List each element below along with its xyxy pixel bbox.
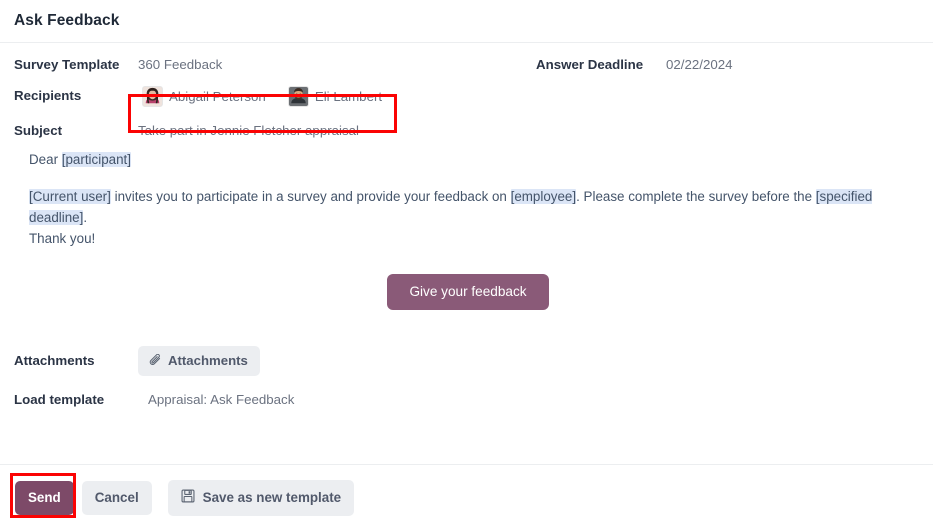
load-template-value[interactable]: Appraisal: Ask Feedback xyxy=(138,392,294,407)
email-text-1: invites you to participate in a survey a… xyxy=(110,189,511,204)
row-attachments: Attachments Attachments xyxy=(14,346,919,376)
row-survey-template: Survey Template 360 Feedback Answer Dead… xyxy=(14,57,919,72)
send-button[interactable]: Send xyxy=(15,480,74,515)
recipients-tag-list[interactable]: Abigail Peterson Eli Lambert xyxy=(138,83,387,110)
dialog-footer: Send Cancel Save as new template xyxy=(0,464,933,530)
recipient-tag[interactable]: Eli Lambert xyxy=(287,86,383,107)
page-title: Ask Feedback xyxy=(14,12,120,29)
answer-deadline-label: Answer Deadline xyxy=(536,57,644,72)
cancel-button[interactable]: Cancel xyxy=(81,480,152,515)
recipients-label: Recipients xyxy=(14,88,82,103)
email-greeting: Dear [participant] xyxy=(29,149,907,170)
recipient-name: Abigail Peterson xyxy=(169,89,266,104)
floppy-disk-icon xyxy=(181,489,195,506)
give-feedback-button[interactable]: Give your feedback xyxy=(387,274,549,310)
row-load-template: Load template Appraisal: Ask Feedback xyxy=(14,392,919,407)
email-text-3: . xyxy=(83,210,88,225)
dialog-header: Ask Feedback xyxy=(0,0,933,43)
attachments-button-label: Attachments xyxy=(168,353,248,368)
ask-feedback-dialog: Ask Feedback Survey Template 360 Feedbac… xyxy=(0,0,933,530)
save-as-new-template-label: Save as new template xyxy=(202,489,342,505)
load-template-label: Load template xyxy=(14,392,105,407)
email-text-2: . Please complete the survey before the xyxy=(576,189,816,204)
avatar xyxy=(287,86,309,107)
row-subject: Subject Take part in Jennie Fletcher app… xyxy=(14,123,919,138)
survey-template-label: Survey Template xyxy=(14,57,120,72)
paperclip-icon xyxy=(149,354,162,367)
save-as-new-template-button[interactable]: Save as new template xyxy=(167,479,355,516)
subject-label: Subject xyxy=(14,123,63,138)
email-paragraph: [Current user] invites you to participat… xyxy=(29,186,907,228)
avatar xyxy=(142,86,163,107)
greeting-text: Dear xyxy=(29,152,62,167)
recipient-name: Eli Lambert xyxy=(314,89,383,104)
survey-template-value[interactable]: 360 Feedback xyxy=(138,57,508,72)
placeholder-participant: [participant] xyxy=(61,152,131,167)
placeholder-employee: [employee] xyxy=(510,189,577,204)
email-body-preview[interactable]: Dear [participant] [Current user] invite… xyxy=(14,149,919,310)
answer-deadline-value[interactable]: 02/22/2024 xyxy=(666,57,733,72)
subject-value[interactable]: Take part in Jennie Fletcher appraisal xyxy=(138,123,919,138)
placeholder-current-user: [Current user] xyxy=(29,189,111,204)
dialog-body: Survey Template 360 Feedback Answer Dead… xyxy=(0,43,933,464)
email-signoff: Thank you! xyxy=(29,231,96,246)
attachments-label: Attachments xyxy=(14,353,95,368)
row-recipients: Recipients Abigail Peterson Eli Lambert xyxy=(14,83,919,110)
attachments-button[interactable]: Attachments xyxy=(138,346,260,376)
cta-container: Give your feedback xyxy=(29,274,907,310)
recipient-tag[interactable]: Abigail Peterson xyxy=(142,86,266,107)
